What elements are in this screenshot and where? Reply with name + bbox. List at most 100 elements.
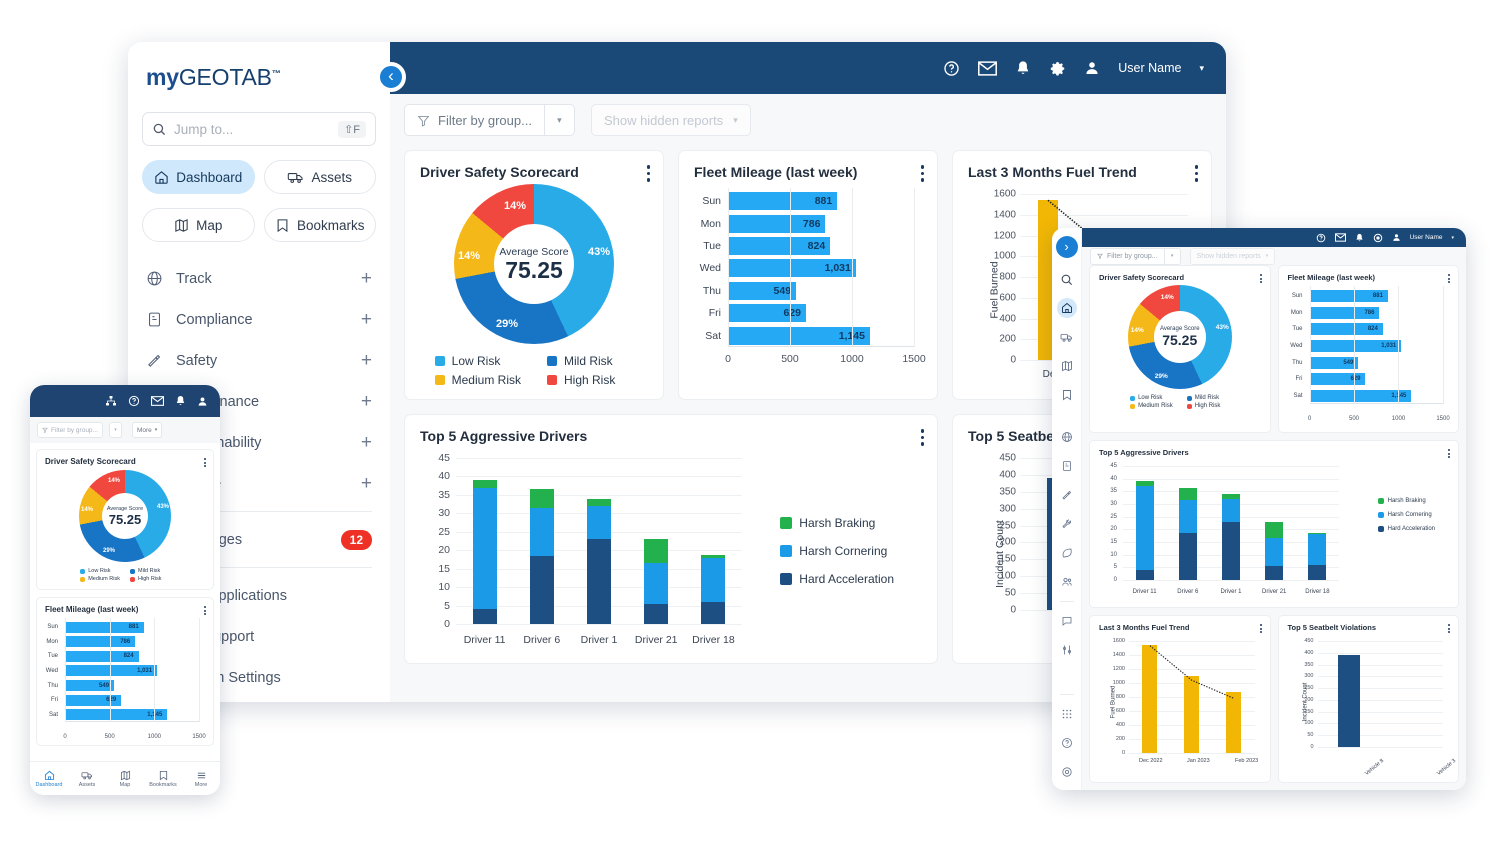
expand-sustainability-icon[interactable]: +: [361, 433, 372, 452]
user-icon[interactable]: [197, 396, 208, 407]
phone-filter-button[interactable]: Filter by group...: [37, 422, 103, 438]
search-input[interactable]: Jump to... ⇧F: [142, 112, 376, 146]
card-menu-button[interactable]: [204, 606, 206, 615]
sidebar-item-track[interactable]: Track +: [128, 258, 390, 299]
expand-safety-icon[interactable]: +: [361, 351, 372, 370]
phone-nav-map[interactable]: Map: [106, 770, 144, 788]
show-hidden-reports-button[interactable]: Show hidden reports ▾: [591, 104, 751, 136]
card-title: Fleet Mileage (last week): [694, 164, 922, 180]
quick-button-bookmarks[interactable]: Bookmarks: [264, 208, 377, 242]
avatar[interactable]: [1084, 60, 1100, 76]
phone-nav-bookmarks[interactable]: Bookmarks: [144, 770, 182, 788]
bar: [1184, 676, 1199, 753]
help-icon[interactable]: [1316, 233, 1326, 243]
rail-safety-button[interactable]: [1057, 485, 1077, 505]
phone-nav-dashboard[interactable]: Dashboard: [30, 770, 68, 788]
chevron-down-icon[interactable]: ▾: [1451, 235, 1454, 241]
bar: 1,031: [65, 665, 157, 676]
rail-settings-button[interactable]: [1057, 762, 1077, 782]
expand-maintenance-icon[interactable]: +: [361, 392, 372, 411]
card-menu-button[interactable]: [921, 165, 925, 182]
bell-icon[interactable]: [1015, 60, 1031, 77]
rail-assets-button[interactable]: [1057, 327, 1077, 347]
phone-more-button[interactable]: More▾: [132, 422, 162, 438]
sidebar-item-safety[interactable]: Safety +: [128, 340, 390, 381]
help-icon[interactable]: [128, 395, 140, 407]
bell-icon[interactable]: [175, 395, 186, 407]
expand-compliance-icon[interactable]: +: [361, 310, 372, 329]
fleet-mileage-chart: Sun 881 Mon 786 Tue 824 Wed 1,031 Thu 54…: [694, 188, 922, 373]
rail-divider: [1060, 601, 1074, 602]
card-menu-button[interactable]: [647, 165, 651, 182]
table-row: Thu 549: [1310, 354, 1444, 371]
rail-maintenance-button[interactable]: [1057, 514, 1077, 534]
legend-label: Harsh Cornering: [1388, 512, 1432, 518]
quick-button-dashboard[interactable]: Dashboard: [142, 160, 255, 194]
card-menu-button[interactable]: [1448, 274, 1450, 283]
search-placeholder: Jump to...: [174, 122, 330, 137]
bar-category-label: Sun: [45, 624, 65, 630]
phone-nav-more[interactable]: More: [182, 770, 220, 788]
axis-tick-label: 50: [1294, 732, 1314, 738]
card-menu-button[interactable]: [1195, 165, 1199, 182]
card-menu-button[interactable]: [1260, 274, 1262, 283]
chevron-left-icon: ‹: [388, 67, 394, 84]
gear-icon[interactable]: [1373, 233, 1383, 243]
sidebar-collapse-button[interactable]: ‹: [376, 62, 406, 92]
chevron-down-icon[interactable]: ▾: [1199, 63, 1204, 74]
legend-item: Medium Risk: [435, 373, 521, 387]
bar-value-label: 549: [774, 285, 792, 297]
legend-item: Harsh Cornering: [1378, 512, 1435, 518]
axis-tick-label: 1000: [1392, 416, 1405, 422]
expand-track-icon[interactable]: +: [361, 269, 372, 288]
rail-track-button[interactable]: [1057, 427, 1077, 447]
sidebar-item-compliance[interactable]: Compliance +: [128, 299, 390, 340]
rail-sliders-button[interactable]: [1057, 640, 1077, 660]
rail-sustainability-button[interactable]: [1057, 543, 1077, 563]
help-icon[interactable]: [943, 60, 960, 77]
rail-compliance-button[interactable]: [1057, 456, 1077, 476]
quick-button-assets[interactable]: Assets: [264, 160, 377, 194]
expand-people-icon[interactable]: +: [361, 474, 372, 493]
axis-tick-label: 0: [986, 605, 1016, 616]
avatar[interactable]: [1392, 233, 1401, 242]
rail-map-button[interactable]: [1057, 356, 1077, 376]
tablet-filter-button[interactable]: Filter by group...: [1090, 248, 1165, 265]
phone-filter-caret[interactable]: ▾: [109, 422, 122, 438]
card-title: Fleet Mileage (last week): [1288, 273, 1450, 282]
card-menu-button[interactable]: [204, 458, 206, 467]
rail-search-button[interactable]: [1057, 269, 1077, 289]
aggressive-drivers-chart: 051015202530354045Driver 11Driver 6Drive…: [420, 454, 922, 654]
gear-icon[interactable]: [1049, 60, 1066, 77]
tablet-show-hidden-reports[interactable]: Show hidden reports▾: [1190, 248, 1276, 265]
globe-icon: [1061, 431, 1073, 443]
rail-people-button[interactable]: [1057, 572, 1077, 592]
card-menu-button[interactable]: [1448, 449, 1450, 458]
people-icon: [1061, 576, 1073, 588]
quick-button-map[interactable]: Map: [142, 208, 255, 242]
rail-apps-button[interactable]: [1057, 704, 1077, 724]
mail-icon[interactable]: [151, 396, 164, 406]
bell-icon[interactable]: [1355, 233, 1364, 243]
card-menu-button[interactable]: [1260, 624, 1262, 633]
tablet-filter-caret[interactable]: ▾: [1165, 248, 1181, 265]
sidebar-expand-button[interactable]: ›: [1056, 236, 1078, 258]
phone-nav-assets[interactable]: Assets: [68, 770, 106, 788]
rail-bookmarks-button[interactable]: [1057, 385, 1077, 405]
axis-category-label: Driver 1: [570, 634, 627, 646]
filter-dropdown-caret[interactable]: ▾: [545, 104, 575, 136]
mail-icon[interactable]: [1335, 233, 1346, 242]
rail-messages-button[interactable]: [1057, 611, 1077, 631]
mail-icon[interactable]: [978, 61, 997, 76]
bar: 1,145: [1310, 390, 1412, 402]
card-menu-button[interactable]: [1448, 624, 1450, 633]
legend-label: Mild Risk: [564, 354, 613, 368]
rail-help-button[interactable]: [1057, 733, 1077, 753]
filter-by-group-button[interactable]: Filter by group...: [404, 104, 545, 136]
bar-value-label: 824: [124, 653, 134, 659]
sitemap-icon[interactable]: [105, 395, 117, 407]
card-menu-button[interactable]: [921, 429, 925, 446]
rail-dashboard-button[interactable]: [1057, 298, 1077, 318]
group-filter[interactable]: Filter by group... ▾: [404, 104, 575, 136]
legend-label: High Risk: [138, 576, 162, 582]
